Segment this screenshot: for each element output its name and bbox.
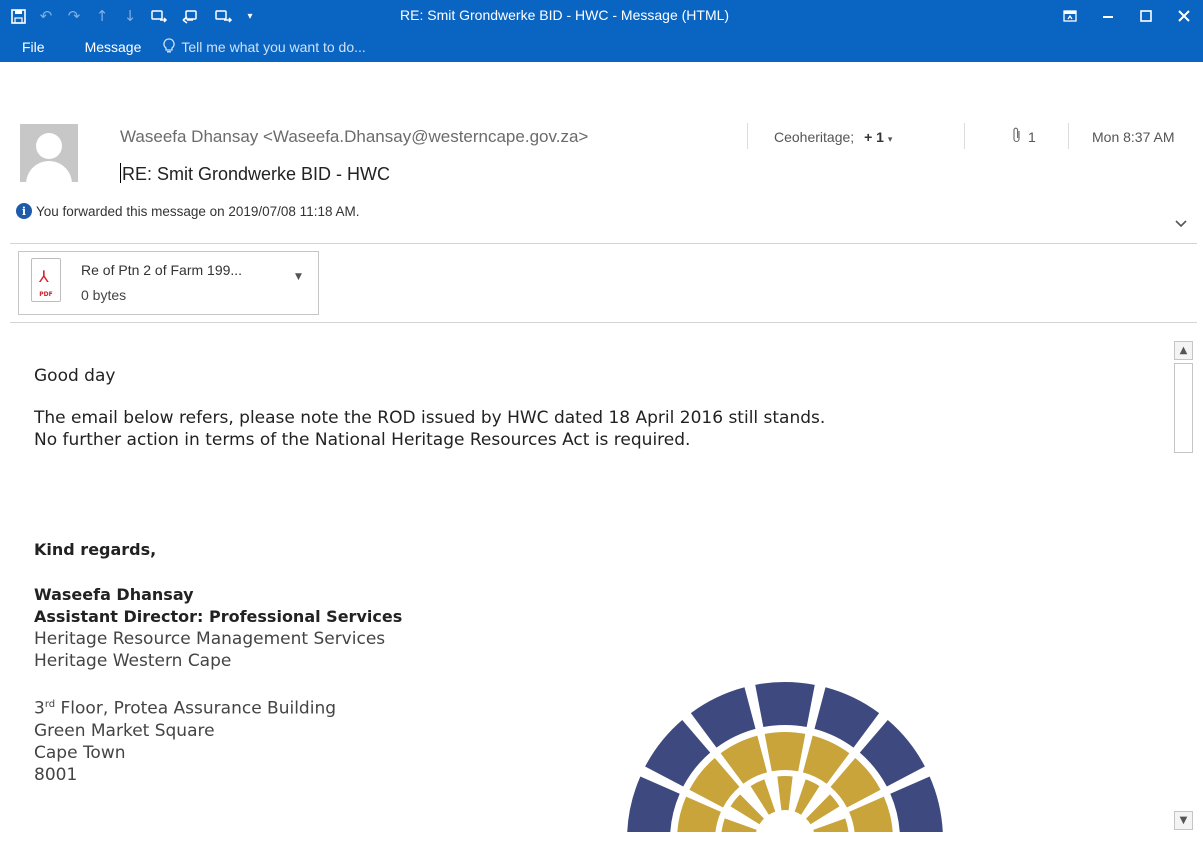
down-icon[interactable]: ↓ <box>116 2 144 30</box>
logo-segment <box>721 818 757 832</box>
attachment-name: Re of Ptn 2 of Farm 199... <box>81 262 243 278</box>
subject-text: RE: Smit Grondwerke BID - HWC <box>122 164 391 184</box>
info-icon: i <box>16 203 32 219</box>
reply-all-icon[interactable] <box>176 2 208 30</box>
logo-segment <box>777 776 793 811</box>
logo-segment <box>690 687 756 748</box>
tab-file[interactable]: File <box>0 39 61 55</box>
divider <box>10 322 1197 323</box>
reply-icon[interactable] <box>144 2 176 30</box>
signature-department: Heritage Resource Management Services <box>34 629 386 649</box>
attachment-count-value: 1 <box>1028 128 1036 145</box>
redo-icon[interactable]: ↷ <box>60 2 88 30</box>
window-controls <box>1051 0 1203 32</box>
info-text: You forwarded this message on 2019/07/08… <box>36 203 360 219</box>
attachment-item[interactable]: ⅄ PDF Re of Ptn 2 of Farm 199... 0 bytes… <box>18 251 319 315</box>
closing: Kind regards, <box>34 540 157 559</box>
logo-segment <box>755 682 815 728</box>
quick-access-toolbar: ↶ ↷ ↑ ↓ ▾ <box>0 0 260 32</box>
info-bar[interactable]: i You forwarded this message on 2019/07/… <box>16 203 359 219</box>
body-line-2: No further action in terms of the Nation… <box>34 430 691 450</box>
header-divider <box>964 123 965 149</box>
undo-icon[interactable]: ↶ <box>32 2 60 30</box>
chevron-down-icon[interactable] <box>1174 214 1188 233</box>
minimize-icon[interactable] <box>1089 0 1127 32</box>
body-line-1: The email below refers, please note the … <box>34 408 826 428</box>
header-divider <box>1068 123 1069 149</box>
greeting: Good day <box>34 366 116 386</box>
heritage-western-cape-logo <box>620 672 950 832</box>
scrollbar-thumb[interactable] <box>1174 363 1193 453</box>
tell-me-box[interactable]: Tell me what you want to do... <box>163 37 366 57</box>
customize-icon[interactable]: ▾ <box>240 2 260 30</box>
pdf-icon: ⅄ PDF <box>31 258 61 302</box>
scroll-down-icon[interactable]: ▼ <box>1174 811 1193 830</box>
title-bar: ↶ ↷ ↑ ↓ ▾ RE: Smit Grondwerke BID - HWC … <box>0 0 1203 62</box>
attachment-size: 0 bytes <box>81 287 127 303</box>
tell-me-placeholder: Tell me what you want to do... <box>181 39 366 55</box>
scroll-up-icon[interactable]: ▲ <box>1174 341 1193 360</box>
up-icon[interactable]: ↑ <box>88 2 116 30</box>
chevron-down-icon[interactable]: ▾ <box>888 134 893 144</box>
received-date: Mon 8:37 AM <box>1092 129 1175 145</box>
tab-message[interactable]: Message <box>61 39 158 55</box>
message-subject[interactable]: RE: Smit Grondwerke BID - HWC <box>120 163 390 185</box>
forward-icon[interactable] <box>208 2 240 30</box>
logo-segment <box>813 818 849 832</box>
restore-ribbon-icon[interactable] <box>1051 0 1089 32</box>
signature-organization: Heritage Western Cape <box>34 651 232 671</box>
logo-segment <box>814 687 880 748</box>
logo-segment <box>890 776 943 832</box>
more-recipients[interactable]: + 1 <box>864 129 884 145</box>
logo-segment <box>627 776 680 832</box>
maximize-icon[interactable] <box>1127 0 1165 32</box>
divider <box>10 243 1197 244</box>
logo-segment <box>764 732 806 772</box>
vertical-scrollbar[interactable]: ▲ ▼ <box>1172 341 1196 831</box>
attachment-count: 1 <box>1012 127 1036 146</box>
window-title: RE: Smit Grondwerke BID - HWC - Message … <box>400 7 730 23</box>
paperclip-icon <box>1012 127 1022 146</box>
lightbulb-icon <box>163 37 175 57</box>
recipient-name[interactable]: Ceoheritage; <box>774 129 854 145</box>
sender-avatar <box>20 124 78 182</box>
close-icon[interactable] <box>1165 0 1203 32</box>
save-icon[interactable] <box>4 2 32 30</box>
header-divider <box>747 123 748 149</box>
attachment-dropdown-icon[interactable]: ▼ <box>295 272 302 282</box>
signature-title: Assistant Director: Professional Service… <box>34 607 403 626</box>
ribbon-tabs: File Message Tell me what you want to do… <box>0 32 366 62</box>
signature-name: Waseefa Dhansay <box>34 585 194 604</box>
recipients[interactable]: Ceoheritage; + 1 ▾ <box>774 129 892 145</box>
sender-address[interactable]: Waseefa Dhansay <Waseefa.Dhansay@western… <box>120 127 588 147</box>
